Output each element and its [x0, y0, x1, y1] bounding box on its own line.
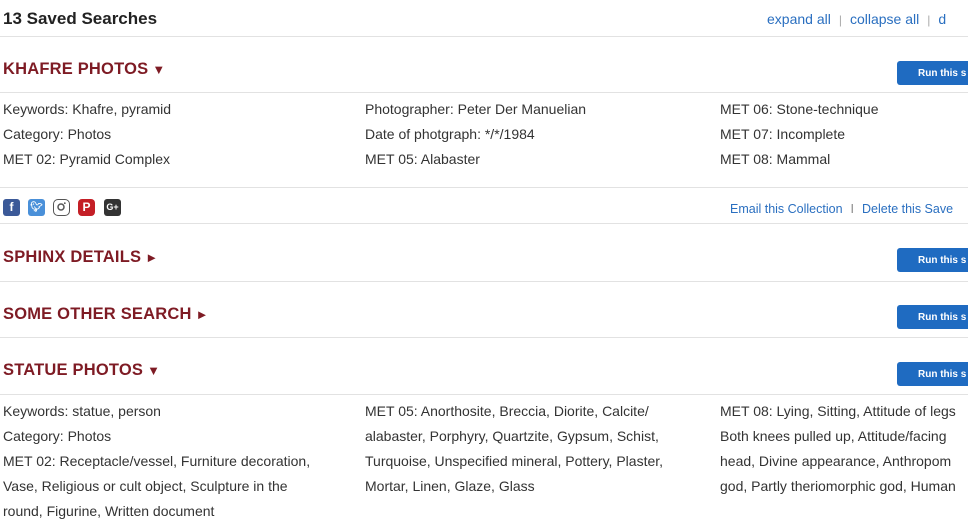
criteria-item: Keywords: Khafre, pyramid — [3, 101, 172, 117]
page-title: 13 Saved Searches — [3, 9, 158, 28]
expand-all-link[interactable]: expand all — [767, 11, 831, 27]
run-search-button[interactable]: Run this s — [897, 61, 968, 85]
truncated-header-link[interactable]: d — [938, 11, 946, 27]
criteria-item: MET 02: Pyramid Complex — [3, 151, 171, 167]
saved-searches-header: 13 Saved Searches expand all | collapse al… — [0, 0, 968, 37]
google-plus-icon[interactable]: G+ — [104, 199, 121, 216]
saved-search-sphinx-details: SPHINX DETAILS ► Run this s — [0, 224, 968, 282]
header-actions: expand all | collapse all | d — [767, 11, 947, 27]
criteria-item: head, Divine appearance, Anthropom — [720, 453, 952, 469]
share-row: f 🐦︎ P G+ Email this Collection I Delete t… — [0, 187, 968, 224]
criteria-item: MET 08: Mammal — [720, 151, 831, 167]
criteria-item: Keywords: statue, person — [3, 403, 161, 419]
criteria-item: MET 08: Lying, Sitting, Attitude of legs — [720, 403, 956, 419]
expand-arrow-icon[interactable]: ► — [196, 307, 209, 322]
section-title[interactable]: KHAFRE PHOTOS ▼ — [3, 60, 165, 79]
run-search-button[interactable]: Run this s — [897, 362, 968, 386]
criteria-item: alabaster, Porphyry, Quartzite, Gypsum, … — [365, 428, 659, 444]
section-title[interactable]: STATUE PHOTOS ▼ — [3, 361, 160, 380]
collapse-all-link[interactable]: collapse all — [850, 11, 919, 27]
saved-search-khafre-photos: KHAFRE PHOTOS ▼ Run this s — [0, 37, 968, 93]
criteria-item: Category: Photos — [3, 126, 112, 142]
email-collection-link[interactable]: Email this Collection — [730, 202, 843, 216]
instagram-icon[interactable] — [53, 199, 70, 216]
facebook-icon[interactable]: f — [3, 199, 20, 216]
delete-save-link[interactable]: Delete this Save — [862, 202, 953, 216]
criteria-item: round, Figurine, Written document — [3, 503, 215, 519]
criteria-item: Vase, Religious or cult object, Sculptur… — [3, 478, 288, 494]
criteria-column-3: MET 08: Lying, Sitting, Attitude of legs… — [720, 399, 956, 499]
criteria-item: Both knees pulled up, Attitude/facing — [720, 428, 947, 444]
run-search-button[interactable]: Run this s — [897, 305, 968, 329]
criteria-item: Category: Photos — [3, 428, 112, 444]
criteria-item: Mortar, Linen, Glaze, Glass — [365, 478, 535, 494]
criteria-item: Photographer: Peter Der Manuelian — [365, 101, 587, 117]
criteria-item: Date of photgraph: */*/1984 — [365, 126, 535, 142]
section-title[interactable]: SOME OTHER SEARCH ► — [3, 305, 209, 324]
criteria-item: MET 06: Stone-technique — [720, 101, 879, 117]
collapse-arrow-icon[interactable]: ▼ — [147, 363, 160, 378]
criteria-column-1: Keywords: statue, person Category: Photo… — [3, 399, 310, 524]
criteria-column-2: Photographer: Peter Der Manuelian Date o… — [365, 97, 586, 172]
collection-actions: Email this Collection I Delete this Save — [730, 202, 954, 216]
saved-search-some-other-search: SOME OTHER SEARCH ► Run this s — [0, 282, 968, 338]
twitter-icon[interactable]: 🐦︎ — [28, 199, 45, 216]
saved-search-statue-photos: STATUE PHOTOS ▼ Run this s — [0, 338, 968, 395]
run-search-button[interactable]: Run this s — [897, 248, 968, 272]
collapse-arrow-icon[interactable]: ▼ — [152, 62, 165, 77]
criteria-column-1: Keywords: Khafre, pyramid Category: Phot… — [3, 97, 171, 172]
criteria-column-3: MET 06: Stone-technique MET 07: Incomple… — [720, 97, 879, 172]
expand-arrow-icon[interactable]: ► — [145, 250, 158, 265]
criteria-item: MET 05: Alabaster — [365, 151, 480, 167]
criteria-item: MET 02: Receptacle/vessel, Furniture dec… — [3, 453, 311, 469]
criteria-item: Turquoise, Unspecified mineral, Pottery,… — [365, 453, 664, 469]
criteria-column-2: MET 05: Anorthosite, Breccia, Diorite, C… — [365, 399, 663, 499]
criteria-item: MET 07: Incomplete — [720, 126, 846, 142]
pinterest-icon[interactable]: P — [78, 199, 95, 216]
criteria-item: MET 05: Anorthosite, Breccia, Diorite, C… — [365, 403, 649, 419]
criteria-item: god, Partly theriomorphic god, Human — [720, 478, 956, 494]
section-title[interactable]: SPHINX DETAILS ► — [3, 248, 158, 267]
